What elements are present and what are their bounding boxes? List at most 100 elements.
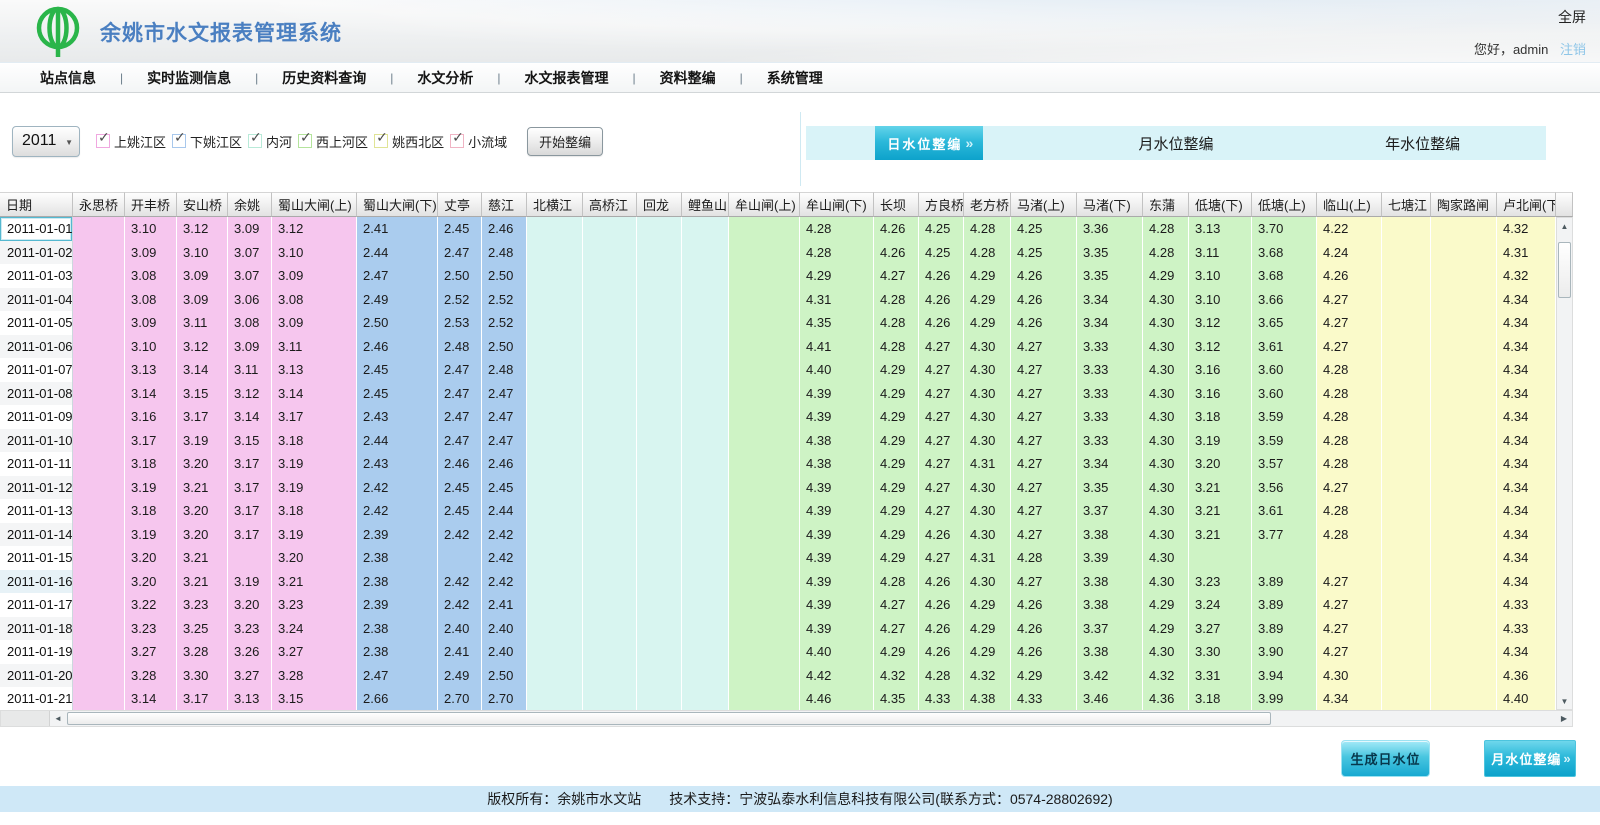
value-cell[interactable]: 4.29 xyxy=(874,429,919,453)
value-cell[interactable] xyxy=(583,217,637,241)
value-cell[interactable]: 3.24 xyxy=(272,617,357,641)
value-cell[interactable] xyxy=(1431,499,1497,523)
value-cell[interactable]: 3.89 xyxy=(1252,593,1317,617)
value-cell[interactable]: 4.30 xyxy=(964,429,1011,453)
value-cell[interactable]: 4.30 xyxy=(964,570,1011,594)
value-cell[interactable] xyxy=(1382,241,1431,265)
value-cell[interactable] xyxy=(527,546,583,570)
value-cell[interactable] xyxy=(73,593,125,617)
value-cell[interactable]: 4.31 xyxy=(964,452,1011,476)
value-cell[interactable]: 3.21 xyxy=(177,476,228,500)
value-cell[interactable]: 4.28 xyxy=(964,217,1011,241)
value-cell[interactable]: 4.34 xyxy=(1497,358,1556,382)
value-cell[interactable]: 3.14 xyxy=(272,382,357,406)
value-cell[interactable] xyxy=(583,664,637,688)
value-cell[interactable]: 4.28 xyxy=(1011,546,1077,570)
scroll-left-icon[interactable]: ◄ xyxy=(50,711,66,726)
value-cell[interactable]: 4.28 xyxy=(1317,405,1382,429)
value-cell[interactable]: 2.46 xyxy=(482,217,527,241)
value-cell[interactable] xyxy=(527,476,583,500)
value-cell[interactable] xyxy=(637,288,682,312)
value-cell[interactable]: 3.07 xyxy=(228,264,272,288)
value-cell[interactable]: 3.22 xyxy=(125,593,177,617)
value-cell[interactable]: 3.89 xyxy=(1252,617,1317,641)
value-cell[interactable]: 4.30 xyxy=(1143,476,1189,500)
value-cell[interactable]: 2.42 xyxy=(438,523,482,547)
region-checkbox[interactable]: ✓小流域 xyxy=(450,132,507,151)
value-cell[interactable] xyxy=(73,664,125,688)
value-cell[interactable]: 3.70 xyxy=(1252,217,1317,241)
column-header[interactable]: 回龙 xyxy=(637,192,682,217)
value-cell[interactable]: 4.27 xyxy=(874,264,919,288)
value-cell[interactable]: 3.12 xyxy=(177,335,228,359)
value-cell[interactable]: 4.30 xyxy=(1143,499,1189,523)
value-cell[interactable]: 4.34 xyxy=(1497,546,1556,570)
value-cell[interactable] xyxy=(228,546,272,570)
value-cell[interactable]: 4.27 xyxy=(1011,382,1077,406)
value-cell[interactable]: 2.50 xyxy=(482,664,527,688)
date-cell[interactable]: 2011-01-05 xyxy=(0,311,73,335)
value-cell[interactable] xyxy=(527,617,583,641)
value-cell[interactable] xyxy=(73,452,125,476)
value-cell[interactable] xyxy=(583,570,637,594)
value-cell[interactable] xyxy=(682,640,729,664)
value-cell[interactable]: 3.13 xyxy=(228,687,272,711)
value-cell[interactable] xyxy=(1382,687,1431,711)
value-cell[interactable] xyxy=(637,217,682,241)
value-cell[interactable] xyxy=(1317,546,1382,570)
value-cell[interactable]: 2.41 xyxy=(438,640,482,664)
value-cell[interactable] xyxy=(583,382,637,406)
value-cell[interactable]: 3.34 xyxy=(1077,311,1143,335)
value-cell[interactable]: 2.47 xyxy=(357,264,438,288)
value-cell[interactable] xyxy=(527,241,583,265)
value-cell[interactable]: 4.28 xyxy=(1317,452,1382,476)
value-cell[interactable]: 4.28 xyxy=(964,241,1011,265)
value-cell[interactable]: 4.28 xyxy=(1143,241,1189,265)
value-cell[interactable] xyxy=(1431,617,1497,641)
value-cell[interactable]: 2.43 xyxy=(357,452,438,476)
value-cell[interactable] xyxy=(1382,593,1431,617)
value-cell[interactable] xyxy=(1431,593,1497,617)
vertical-scrollbar-thumb[interactable] xyxy=(1558,242,1571,298)
value-cell[interactable]: 3.35 xyxy=(1077,264,1143,288)
value-cell[interactable] xyxy=(583,546,637,570)
column-header[interactable]: 七塘江 xyxy=(1382,192,1431,217)
checkbox-box[interactable]: ✓ xyxy=(248,134,262,148)
date-cell[interactable]: 2011-01-20 xyxy=(0,664,73,688)
value-cell[interactable]: 3.18 xyxy=(125,452,177,476)
value-cell[interactable]: 3.20 xyxy=(272,546,357,570)
value-cell[interactable] xyxy=(527,311,583,335)
value-cell[interactable] xyxy=(729,288,800,312)
date-cell[interactable]: 2011-01-16 xyxy=(0,570,73,594)
value-cell[interactable] xyxy=(527,335,583,359)
column-header[interactable]: 高桥江 xyxy=(583,192,637,217)
value-cell[interactable]: 2.39 xyxy=(357,593,438,617)
value-cell[interactable]: 2.45 xyxy=(482,476,527,500)
value-cell[interactable]: 3.90 xyxy=(1252,640,1317,664)
value-cell[interactable]: 4.29 xyxy=(874,523,919,547)
value-cell[interactable]: 4.29 xyxy=(874,382,919,406)
value-cell[interactable]: 3.12 xyxy=(272,217,357,241)
value-cell[interactable] xyxy=(1431,476,1497,500)
value-cell[interactable] xyxy=(682,452,729,476)
value-cell[interactable]: 2.52 xyxy=(482,311,527,335)
value-cell[interactable] xyxy=(729,311,800,335)
value-cell[interactable] xyxy=(527,499,583,523)
value-cell[interactable] xyxy=(527,429,583,453)
value-cell[interactable] xyxy=(1382,429,1431,453)
value-cell[interactable]: 3.28 xyxy=(272,664,357,688)
value-cell[interactable]: 3.60 xyxy=(1252,358,1317,382)
value-cell[interactable]: 3.30 xyxy=(177,664,228,688)
value-cell[interactable] xyxy=(1382,264,1431,288)
value-cell[interactable]: 4.28 xyxy=(1317,429,1382,453)
value-cell[interactable] xyxy=(682,593,729,617)
value-cell[interactable]: 2.42 xyxy=(482,546,527,570)
value-cell[interactable]: 3.11 xyxy=(177,311,228,335)
value-cell[interactable]: 2.44 xyxy=(357,241,438,265)
value-cell[interactable]: 4.27 xyxy=(1317,335,1382,359)
value-cell[interactable] xyxy=(73,476,125,500)
value-cell[interactable]: 4.27 xyxy=(919,452,964,476)
value-cell[interactable]: 2.48 xyxy=(438,335,482,359)
value-cell[interactable]: 4.28 xyxy=(1317,499,1382,523)
value-cell[interactable]: 2.45 xyxy=(357,382,438,406)
